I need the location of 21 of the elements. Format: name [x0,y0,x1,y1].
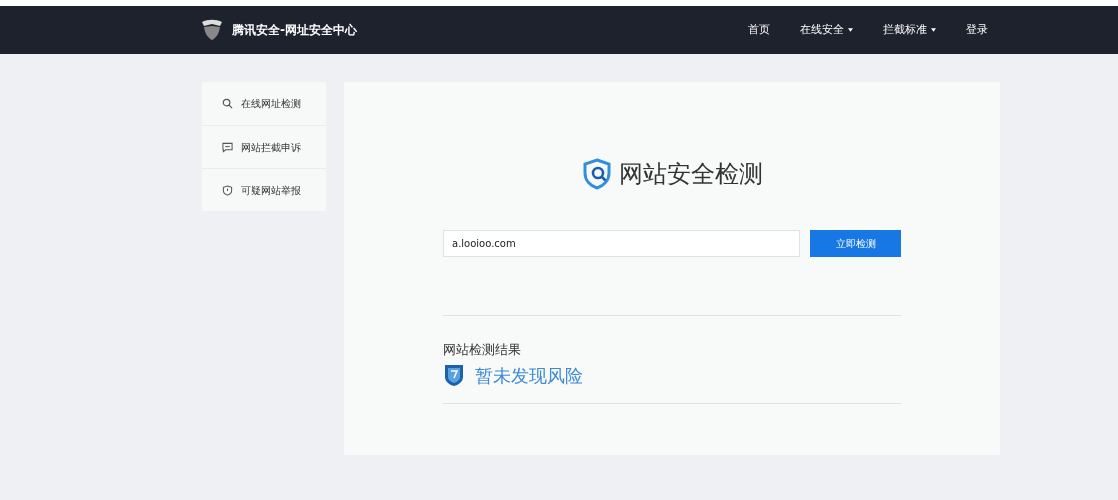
result-status: 暂未发现风险 [475,363,583,388]
shield-logo-icon [200,18,224,42]
caret-icon [931,28,936,32]
shield-search-icon [581,157,613,191]
sidebar-item[interactable]: 可疑网站举报 [202,168,326,211]
sidebar-item[interactable]: 在线网址检测 [202,82,326,125]
url-input-field[interactable]: a.looioo.com [443,230,800,257]
comment-icon [222,141,233,153]
search-icon [222,98,233,109]
nav-link[interactable]: 登录 [966,21,988,39]
shield-icon [222,184,233,196]
page-title: 网站安全检测 [619,159,763,190]
nav-link[interactable]: 拦截标准 [883,21,936,39]
result-heading: 网站检测结果 [443,341,522,359]
sidebar-item[interactable]: 网站拦截申诉 [202,125,326,168]
nav-link[interactable]: 在线安全 [800,21,853,39]
brand-name[interactable]: 腾讯安全-网址安全中心 [232,21,357,39]
check-button[interactable]: 立即检测 [810,230,901,257]
caret-icon [848,28,853,32]
shield-check-icon [443,363,465,387]
nav-link[interactable]: 首页 [748,21,770,39]
